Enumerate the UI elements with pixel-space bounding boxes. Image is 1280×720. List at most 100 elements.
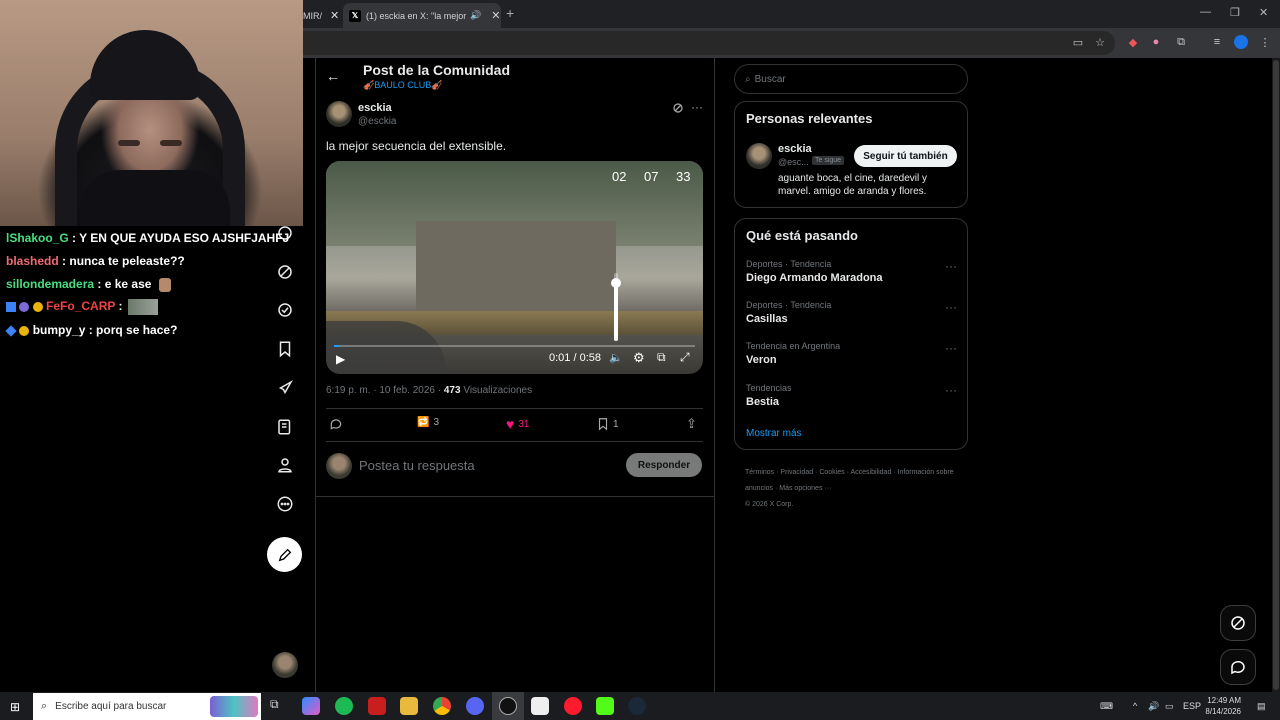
repost-button[interactable]: 🔁 3 [417,417,439,428]
tab-close-icon[interactable]: ✕ [491,9,500,22]
video-player[interactable]: 02 07 33 ▶ 0:01 / 0:58 🔈 ⚙ ⧉ ⤢ [326,161,703,374]
play-icon[interactable]: ▶ [336,352,345,366]
trend-name[interactable]: Veron [746,354,777,366]
trend-name[interactable]: Bestia [746,396,779,408]
trend-name[interactable]: Diego Armando Maradona [746,272,883,284]
post-more-icon[interactable]: ··· [691,100,703,114]
community-link[interactable]: 🎻BAULO CLUB🎻 [363,80,442,91]
extension-icon[interactable]: ● [1148,34,1164,50]
account-avatar[interactable] [272,652,298,678]
lists-icon[interactable] [274,416,296,438]
browser-menu-icon[interactable]: ⋮ [1257,34,1273,50]
tab-close-icon[interactable]: ✕ [330,9,339,22]
obs-icon[interactable] [499,697,517,715]
back-arrow-icon[interactable]: ← [326,68,340,84]
share-icon[interactable]: ⇪ [686,416,697,432]
address-bar[interactable] [303,31,1115,55]
new-tab-button[interactable]: + [506,5,514,21]
steam-icon[interactable] [628,697,646,715]
media-control-icon[interactable]: ≡ [1209,34,1225,50]
footer-link[interactable]: Cookies [819,469,844,476]
trend-more-icon[interactable]: ··· [945,341,957,355]
communities-check-icon[interactable] [274,299,296,321]
grok-post-icon[interactable] [672,101,684,119]
footer-link[interactable]: Términos [745,469,774,476]
opera-icon[interactable] [564,697,582,715]
copilot-icon[interactable] [302,697,320,715]
like-button[interactable]: ♥ 31 [506,416,529,432]
volume-handle[interactable] [611,278,621,289]
more-options-icon[interactable] [274,493,296,515]
bookmark-button[interactable]: 1 [597,417,619,431]
progress-track[interactable] [334,345,695,347]
scrollbar[interactable] [1272,58,1280,692]
footer-link[interactable]: Más opciones ··· [779,485,831,492]
grok-float-button[interactable] [1220,605,1256,641]
volume-track[interactable] [611,273,621,341]
trend-more-icon[interactable]: ··· [945,300,957,314]
browser-tab[interactable]: MIR/ ✕ [303,3,341,28]
trend-more-icon[interactable]: ··· [945,383,957,397]
kick-icon[interactable] [596,697,614,715]
reply-submit-button[interactable]: Responder [626,453,702,477]
discord-icon[interactable] [466,697,484,715]
relevant-handle[interactable]: @esc... [778,157,809,167]
install-app-icon[interactable]: ▭ [1070,34,1086,50]
spotify-icon[interactable] [335,697,353,715]
relevant-name[interactable]: esckia [778,143,812,155]
author-name[interactable]: esckia [358,102,392,114]
app-icon[interactable] [531,697,549,715]
post-date[interactable]: 10 feb. 2026 [379,385,435,396]
taskbar-search[interactable]: ⌕ Escribe aquí para buscar [33,693,261,720]
app-icon[interactable] [368,697,386,715]
grok-icon[interactable] [274,261,296,283]
footer-link[interactable]: Accesibilidad [850,469,891,476]
language-indicator[interactable]: ESP [1183,701,1201,711]
window-close-icon[interactable]: ✕ [1259,6,1268,19]
relevant-people-card: Personas relevantes esckia @esc... Te si… [734,101,968,208]
relevant-avatar[interactable] [746,143,772,169]
post-time[interactable]: 6:19 p. m. [326,385,370,396]
show-more-link[interactable]: Mostrar más [746,428,802,439]
trends-title: Qué está pasando [746,228,858,243]
volume-icon[interactable]: 🔈 [609,351,623,364]
reply-icon[interactable] [329,417,343,434]
extensions-puzzle-icon[interactable]: ⧉ [1173,34,1189,50]
profile-avatar-icon[interactable] [1234,35,1248,49]
tray-chevron-icon[interactable]: ^ [1133,701,1137,711]
author-handle[interactable]: @esckia [358,116,397,127]
clock[interactable]: 12:49 AM 8/14/2026 [1203,695,1241,717]
settings-gear-icon[interactable]: ⚙ [633,350,645,366]
compose-post-button[interactable] [267,537,302,572]
task-view-icon[interactable]: ⧉ [270,697,288,715]
trend-name[interactable]: Casillas [746,313,788,325]
scrollbar-thumb[interactable] [1273,60,1279,690]
notification-center-icon[interactable]: ▤ [1257,701,1266,712]
minimize-icon[interactable]: — [1200,6,1211,18]
chrome-icon[interactable] [433,697,451,715]
author-avatar[interactable] [326,101,352,127]
rocket-icon[interactable] [274,377,296,399]
follow-button[interactable]: Seguir tú también [854,145,957,167]
volume-tray-icon[interactable]: 🔊 [1148,701,1159,712]
bookmark-star-icon[interactable]: ☆ [1092,34,1108,50]
trend-more-icon[interactable]: ··· [945,259,957,273]
extension-icon[interactable]: ◆ [1125,34,1141,50]
footer-link[interactable]: Privacidad [780,469,813,476]
bookmark-icon [598,418,608,431]
file-explorer-icon[interactable] [400,697,418,715]
fullscreen-icon[interactable]: ⤢ [680,350,690,365]
pip-icon[interactable]: ⧉ [657,350,666,365]
restore-icon[interactable]: ❐ [1230,6,1240,19]
keyboard-icon[interactable]: ⌨ [1100,701,1113,712]
emote-icon [127,299,158,315]
search-input[interactable]: ⌕ Buscar [734,64,968,94]
windows-start-icon[interactable]: ⊞ [10,700,20,714]
chat-text: : nunca te peleaste?? [62,254,185,268]
messages-float-button[interactable] [1220,649,1256,685]
reply-input[interactable]: Postea tu respuesta [359,458,475,473]
browser-tab-active[interactable]: 𝕏 (1) esckia en X: "la mejor se 🔊 ✕ [343,3,501,28]
profile-icon[interactable] [274,454,296,476]
network-icon[interactable]: ▭ [1165,701,1174,712]
bookmarks-icon[interactable] [274,338,296,360]
